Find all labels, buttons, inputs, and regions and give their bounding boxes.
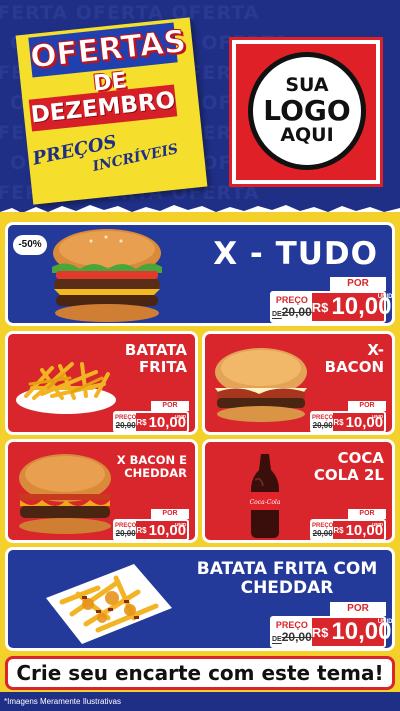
product-title: BATATA FRITA (124, 341, 187, 376)
torn-paper-edge (0, 205, 400, 212)
burger-xtudo-image (52, 229, 162, 322)
price-tag: POR PREÇO DE20,00 R$ 10,00 UNID (270, 602, 392, 648)
product-title: BATATA FRITA COM CHEDDAR (196, 559, 378, 599)
old-price: PREÇO 20,00 (312, 521, 334, 539)
old-price: PREÇO DE20,00 (272, 618, 312, 646)
price-por-label: POR (330, 602, 386, 616)
logo-text-aqui: AQUI (280, 123, 334, 146)
new-price: R$ 10,00 UNID (333, 413, 384, 431)
burger-xbacon-image (215, 348, 307, 422)
price-tag: POR PREÇO 20,00 R$ 10,00 UNID (113, 509, 189, 540)
product-title: X - TUDO (213, 236, 378, 272)
price-por-label: POR (348, 401, 386, 411)
product-card-batata-frita[interactable]: BATATA FRITA POR PREÇO 20,00 R$ 10,00 UNID (5, 331, 198, 435)
bg-pattern-text: OFERTA OFERTA OFERTA (0, 2, 260, 24)
coca-cola-bottle-image: Coca-Cola (250, 448, 281, 538)
old-price: PREÇO DE20,00 (272, 293, 312, 321)
cheddar-fries-image (46, 564, 172, 644)
product-card-xtudo[interactable]: -50% X - TUDO POR PREÇO DE20,00 R$10,00 (5, 222, 395, 326)
new-price: R$ 10,00 UNID (311, 293, 393, 320)
price-por-label: POR (330, 277, 386, 291)
price-tag: POR PREÇO 20,00 R$ 10,00 UNID (113, 401, 189, 432)
logo-circle: SUA LOGO AQUI (248, 52, 366, 170)
product-title: X BACON E CHEDDAR (116, 453, 187, 480)
new-price: R$ 10,00 UNID (333, 521, 384, 539)
offers-area: -50% X - TUDO POR PREÇO DE20,00 R$10,00 (0, 212, 400, 711)
old-price: PREÇO 20,00 (115, 521, 137, 539)
price-por-label: POR (348, 509, 386, 519)
price-tag: POR PREÇO 20,00 R$ 10,00 UNID (310, 509, 386, 540)
product-title: X- BACON (324, 341, 384, 376)
footer-disclaimer: *Imagens Meramente Ilustrativas (0, 692, 400, 711)
header-banner: OFERTA OFERTA OFERTA OFERTA OFERTA OFERT… (0, 0, 400, 212)
old-price: PREÇO 20,00 (115, 413, 137, 431)
product-card-x-bacon[interactable]: X- BACON POR PREÇO 20,00 R$ 10,00 UNID (202, 331, 395, 435)
new-price: R$ 10,00 UNID (136, 413, 187, 431)
burger-xcheddar-image (18, 454, 112, 534)
discount-badge: -50% (13, 235, 47, 255)
logo-placeholder[interactable]: SUA LOGO AQUI (232, 40, 380, 184)
product-title: COCA COLA 2L (313, 449, 384, 484)
logo-text-logo: LOGO (263, 94, 351, 128)
price-por-label: POR (151, 509, 189, 519)
product-card-coca-cola[interactable]: Coca-Cola COCA COLA 2L POR PREÇO 20,00 R$… (202, 439, 395, 543)
fries-image (16, 362, 116, 414)
price-por-label: POR (151, 401, 189, 411)
product-card-batata-cheddar[interactable]: BATATA FRITA COM CHEDDAR POR PREÇO DE20,0… (5, 547, 395, 651)
price-tag: POR PREÇO 20,00 R$ 10,00 UNID (310, 401, 386, 432)
new-price: R$ 10,00 UNID (136, 521, 187, 539)
coca-cola-brand: Coca-Cola (250, 499, 281, 506)
logo-text-sua: SUA (285, 74, 329, 97)
product-card-x-bacon-cheddar[interactable]: X BACON E CHEDDAR POR PREÇO 20,00 R$ 10,00… (5, 439, 198, 543)
cta-banner[interactable]: Crie seu encarte com este tema! (5, 656, 395, 690)
new-price: R$ 10,00 UNID (311, 618, 393, 645)
price-tag: POR PREÇO DE20,00 R$ 10,00 UNID (270, 277, 392, 323)
old-price: PREÇO 20,00 (312, 413, 334, 431)
